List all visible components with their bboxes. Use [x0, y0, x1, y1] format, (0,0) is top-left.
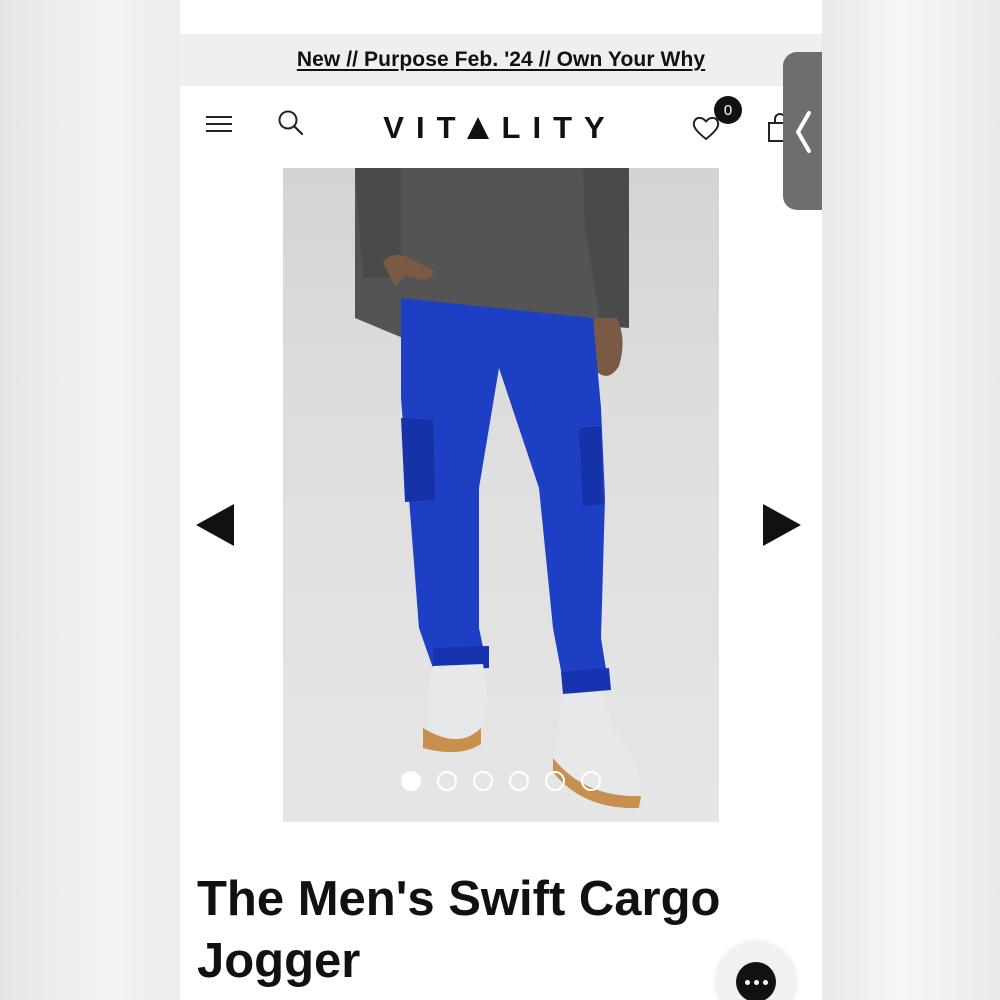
announcement-link[interactable]: New // Purpose Feb. '24 // Own Your Why — [297, 48, 705, 72]
chat-dots-icon — [736, 962, 776, 1000]
logo-triangle-icon — [466, 117, 489, 139]
triangle-right-icon[interactable] — [761, 502, 801, 548]
slide-dot-3[interactable] — [473, 771, 493, 791]
announcement-bar: New // Purpose Feb. '24 // Own Your Why — [180, 34, 822, 86]
brand-logo[interactable]: VIT LITY — [360, 108, 640, 148]
slide-indicators — [283, 771, 719, 795]
slide-dot-4[interactable] — [509, 771, 529, 791]
site-header: VIT LITY 0 — [180, 86, 822, 168]
product-title: The Men's Swift Cargo Jogger — [197, 872, 721, 988]
product-image-gallery[interactable] — [283, 168, 719, 822]
slide-dot-5[interactable] — [545, 771, 565, 791]
wishlist-count-badge: 0 — [714, 96, 742, 124]
menu-icon[interactable] — [204, 114, 234, 134]
search-icon[interactable] — [276, 108, 306, 138]
mobile-page: New // Purpose Feb. '24 // Own Your Why … — [180, 0, 822, 1000]
slide-dot-2[interactable] — [437, 771, 457, 791]
background-left — [0, 0, 180, 1000]
chevron-left-icon — [796, 111, 811, 153]
product-photo — [355, 168, 641, 809]
side-panel-tab[interactable] — [783, 52, 822, 210]
background-right — [822, 0, 1000, 1000]
slide-dot-1[interactable] — [401, 771, 421, 791]
triangle-left-icon[interactable] — [196, 502, 236, 548]
slide-dot-6[interactable] — [581, 771, 601, 791]
